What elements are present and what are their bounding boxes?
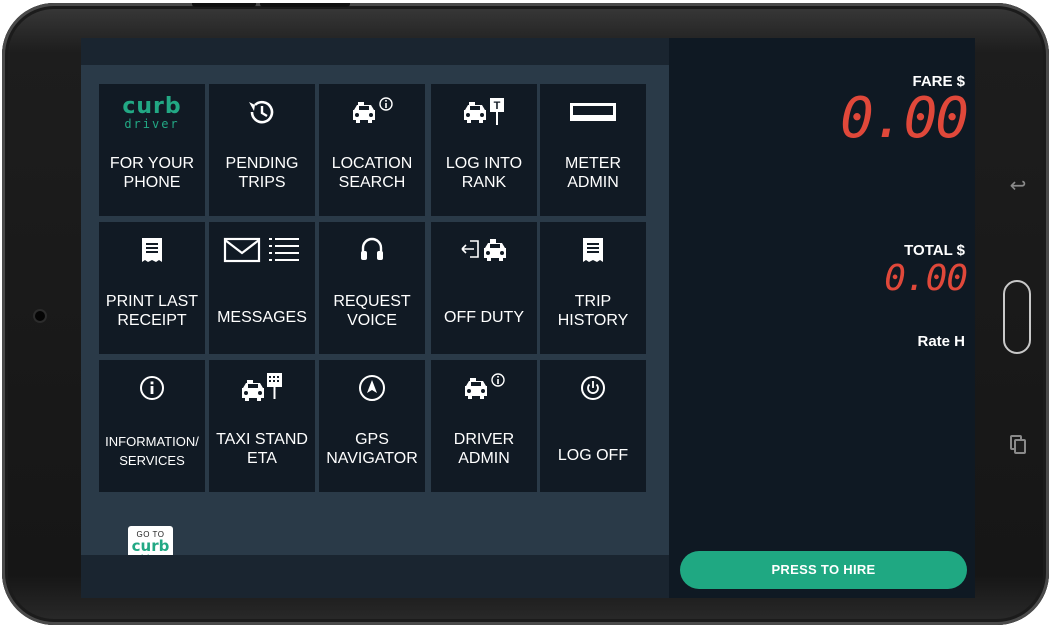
curb-driver-logo: curb driver [99,94,205,132]
top-button [192,3,256,7]
goto-badge-logo: curb [131,537,170,555]
tile-messages[interactable]: MESSAGES [209,222,315,354]
tile-label: LOCATION SEARCH [331,155,413,191]
tile-gps-navigator[interactable]: GPS NAVIGATOR [319,360,425,492]
menu-panel: curb driver FOR YOUR PHONE PENDING TRIPS… [81,65,669,572]
taxi-stand-icon [209,372,315,404]
tile-off-duty[interactable]: OFF DUTY [431,222,537,354]
tile-label: TAXI STAND ETA [216,431,308,467]
tile-information-services[interactable]: INFORMATION/ SERVICES [99,360,205,492]
total-display: 0.00 [884,258,968,299]
tile-for-your-phone[interactable]: curb driver FOR YOUR PHONE [99,84,205,216]
home-button[interactable] [1003,280,1031,354]
info-icon [99,372,205,404]
taxi-info-icon [431,372,537,404]
envelope-list-icon [209,234,315,266]
tile-label: PRINT LAST RECEIPT [105,293,199,329]
top-button [260,3,350,7]
taxi-rank-icon: T [431,96,537,128]
tile-request-voice[interactable]: REQUEST VOICE [319,222,425,354]
tile-log-off[interactable]: LOG OFF [540,360,646,492]
tile-label: REQUEST VOICE [333,293,411,329]
tile-log-into-rank[interactable]: T LOG INTO RANK [431,84,537,216]
tile-label: FOR YOUR PHONE [109,155,195,191]
tile-label: MESSAGES [217,309,307,326]
curb-logo-sub: driver [124,117,180,131]
tile-label: DRIVER ADMIN [453,431,515,467]
tablet-frame: ↩ curb driver FOR YOUR PHONE PENDING TRI… [2,3,1049,625]
receipt-icon [540,234,646,266]
tile-label: GPS NAVIGATOR [326,431,418,467]
tile-label: TRIP HISTORY [557,293,629,329]
tile-meter-admin[interactable]: METER ADMIN [540,84,646,216]
back-key-icon[interactable]: ↩ [1009,173,1027,199]
meter-panel: FARE $ 0.00 TOTAL $ 0.00 Rate H PRESS TO… [669,38,975,598]
tile-pending-trips[interactable]: PENDING TRIPS [209,84,315,216]
recent-apps-icon[interactable] [1008,433,1028,457]
curb-logo-text: curb [122,94,182,119]
rate-label: Rate H [917,333,965,350]
receipt-icon [99,234,205,266]
total-label: TOTAL $ [904,242,965,259]
history-icon [209,96,315,128]
tile-label: INFORMATION/ SERVICES [105,434,199,468]
headset-icon [319,234,425,266]
tile-label: LOG INTO RANK [445,155,523,191]
tile-trip-history[interactable]: TRIP HISTORY [540,222,646,354]
bottom-bar [81,555,669,598]
navigation-icon [319,372,425,404]
meter-icon [540,96,646,128]
exit-taxi-icon [431,234,537,266]
fare-display: 0.00 [840,86,969,151]
top-bar [81,38,669,65]
press-to-hire-button[interactable]: PRESS TO HIRE [680,551,967,589]
tile-location-search[interactable]: LOCATION SEARCH [319,84,425,216]
camera-lens [35,311,45,321]
tile-label: LOG OFF [557,447,629,464]
app-screen: curb driver FOR YOUR PHONE PENDING TRIPS… [81,38,975,598]
svg-text:T: T [494,100,501,112]
tile-label: PENDING TRIPS [225,155,299,191]
tile-label: OFF DUTY [444,309,524,326]
taxi-info-icon [319,96,425,128]
power-icon [540,372,646,404]
tile-label: METER ADMIN [565,155,621,191]
tile-print-last-receipt[interactable]: PRINT LAST RECEIPT [99,222,205,354]
tile-driver-admin[interactable]: DRIVER ADMIN [431,360,537,492]
tile-taxi-stand-eta[interactable]: TAXI STAND ETA [209,360,315,492]
